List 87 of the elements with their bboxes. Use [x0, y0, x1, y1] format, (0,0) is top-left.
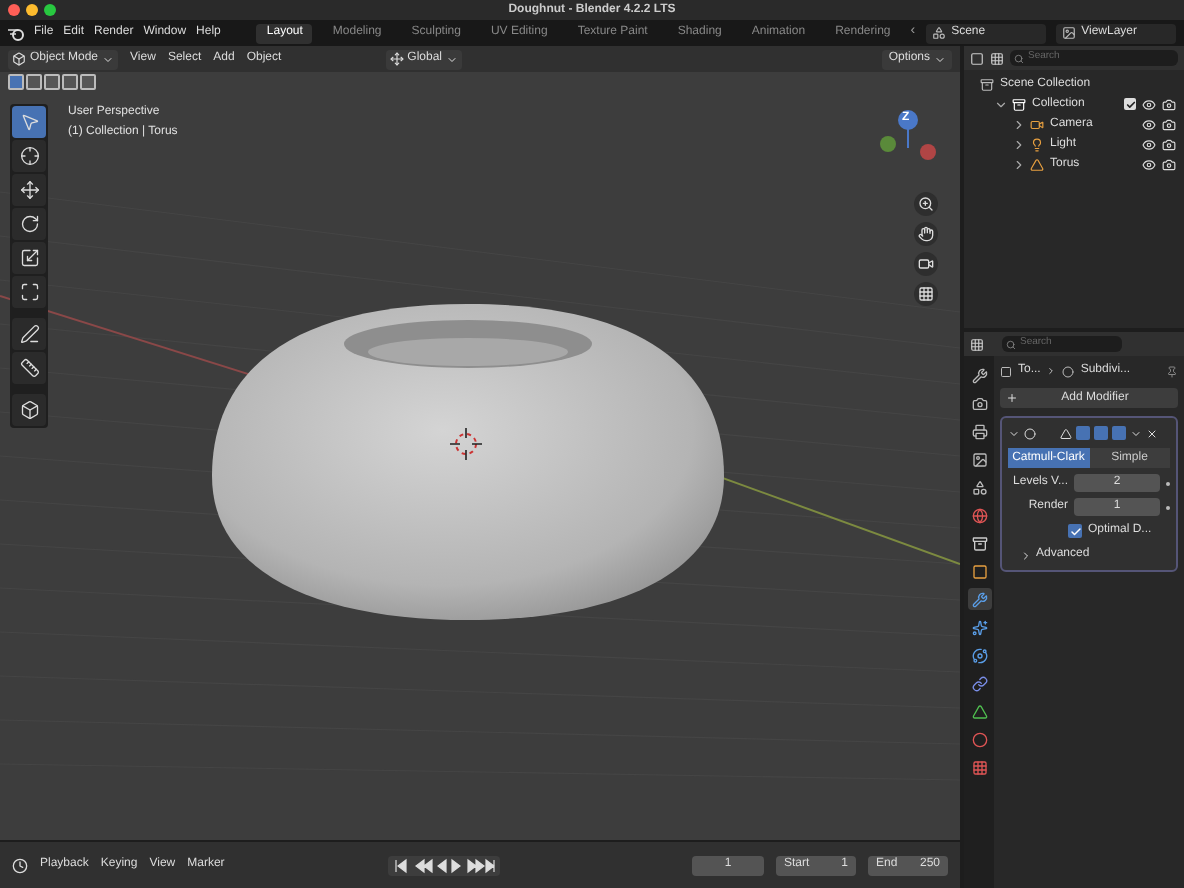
- sphere-icon: [971, 731, 987, 747]
- image-icon: [1061, 26, 1076, 40]
- shapes-icon: [971, 479, 987, 495]
- properties-tab[interactable]: [967, 728, 991, 750]
- camera-icon[interactable]: [1162, 117, 1176, 131]
- 3d-cursor-icon: [450, 428, 482, 460]
- printer-icon: [971, 423, 987, 439]
- minimize-window-icon[interactable]: [26, 4, 38, 16]
- check-icon: [1125, 99, 1135, 109]
- dropdown-icon[interactable]: [1130, 427, 1142, 439]
- tool-button[interactable]: [12, 394, 46, 426]
- grid-icon: [918, 286, 934, 302]
- globe-icon: [971, 507, 987, 523]
- separator-icon: [1046, 366, 1057, 376]
- caret-icon: [446, 53, 458, 65]
- properties-tab[interactable]: [967, 700, 991, 722]
- properties-tab[interactable]: [967, 448, 991, 470]
- zoom-window-icon[interactable]: [44, 4, 56, 16]
- eye-icon[interactable]: [1142, 157, 1156, 171]
- properties-tab[interactable]: [967, 420, 991, 442]
- properties-tab[interactable]: [967, 504, 991, 526]
- wrench-icon: [971, 591, 987, 607]
- zoom-icon: [918, 196, 934, 212]
- caret-icon: [934, 53, 946, 65]
- camera-icon[interactable]: [1162, 137, 1176, 151]
- plus-icon: [1006, 392, 1018, 404]
- box-icon: [971, 535, 987, 551]
- camera-icon: [918, 256, 934, 272]
- move-icon: [389, 52, 404, 66]
- eye-icon[interactable]: [1142, 97, 1156, 111]
- hand-icon: [918, 226, 934, 242]
- collapse-icon[interactable]: [1008, 427, 1020, 439]
- properties-tab[interactable]: [967, 532, 991, 554]
- triangle-icon: [1030, 157, 1044, 171]
- blender-logo-icon[interactable]: [8, 25, 24, 41]
- triangle-icon: [971, 703, 987, 719]
- box-icon: [980, 77, 994, 91]
- close-icon[interactable]: [1146, 427, 1158, 439]
- box-icon: [1012, 97, 1026, 111]
- properties-tab[interactable]: [967, 672, 991, 694]
- search-icon: [1006, 339, 1016, 349]
- search-icon: [1014, 53, 1024, 63]
- properties-tab[interactable]: [967, 588, 991, 610]
- tool-button[interactable]: [12, 208, 46, 240]
- properties-tab[interactable]: [967, 364, 991, 386]
- crosshair-icon: [19, 146, 39, 166]
- camera-icon[interactable]: [1162, 97, 1176, 111]
- close-window-icon[interactable]: [8, 4, 20, 16]
- ruler-icon: [19, 358, 39, 378]
- caret-icon: [102, 53, 115, 65]
- check-icon: [1069, 525, 1081, 537]
- rotate-icon: [19, 214, 39, 234]
- camera-icon: [1030, 117, 1044, 131]
- link-icon: [971, 675, 987, 691]
- scale-icon: [19, 248, 39, 268]
- properties-tab[interactable]: [967, 560, 991, 582]
- properties-tab[interactable]: [967, 476, 991, 498]
- sparkles-icon: [971, 619, 987, 635]
- tool-button[interactable]: [12, 174, 46, 206]
- pen-icon: [19, 324, 39, 344]
- eye-icon[interactable]: [1142, 137, 1156, 151]
- tool-button[interactable]: [12, 140, 46, 172]
- cube-icon: [12, 52, 26, 66]
- move-icon: [19, 180, 39, 200]
- pin-icon[interactable]: [1166, 365, 1178, 377]
- properties-tab[interactable]: [967, 644, 991, 666]
- shapes-icon: [931, 26, 946, 40]
- orbit-icon: [971, 647, 987, 663]
- camera-icon[interactable]: [1162, 157, 1176, 171]
- tool-button[interactable]: [12, 242, 46, 274]
- eye-icon[interactable]: [1142, 117, 1156, 131]
- playback-controls-icon[interactable]: [388, 855, 501, 875]
- select-icon: [19, 112, 39, 132]
- camera-icon: [971, 395, 987, 411]
- transform-icon: [19, 282, 39, 302]
- properties-tab[interactable]: [967, 392, 991, 414]
- cube-icon: [19, 400, 39, 420]
- properties-tab[interactable]: [967, 616, 991, 638]
- checker-icon: [971, 759, 987, 775]
- image-icon: [971, 451, 987, 467]
- bulb-icon: [1030, 137, 1044, 151]
- checkbox[interactable]: [1124, 98, 1136, 110]
- tool-button[interactable]: [12, 352, 46, 384]
- square-icon: [971, 563, 987, 579]
- tool-button[interactable]: [12, 318, 46, 350]
- tool-button[interactable]: [12, 276, 46, 308]
- clock-icon[interactable]: [12, 857, 28, 873]
